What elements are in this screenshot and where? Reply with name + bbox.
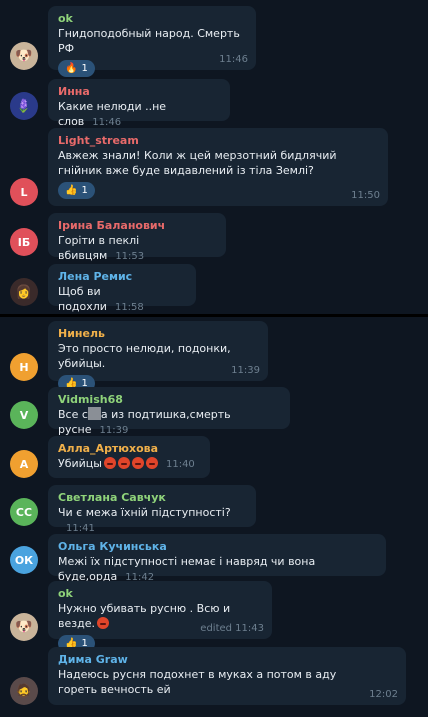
message-bubble[interactable]: Ольга Кучинська Межі їх підступності нем… (48, 534, 386, 583)
avatar[interactable]: 🪻 (10, 92, 38, 120)
sender-name[interactable]: Алла_Артюхова (58, 442, 200, 456)
avatar[interactable]: ІБ (10, 228, 38, 256)
reaction-count: 1 (81, 185, 88, 196)
avatar[interactable]: L (10, 178, 38, 206)
chat-panel-bottom: Нинель Это просто нелюди, подонки, убийц… (0, 317, 428, 717)
avatar[interactable]: V (10, 401, 38, 429)
message-bubble[interactable]: ok Гнидоподобный народ. Смерть РФ 🔥 1 11:… (48, 6, 256, 77)
message-time: 11:46 (219, 54, 248, 65)
person-photo-icon: 👩 (15, 284, 33, 300)
message-text: Чи є межа їхній підступності?11:41 (58, 506, 231, 534)
message-text: Какие нелюди ..не слов 11:46 (58, 100, 167, 128)
avatar[interactable]: СС (10, 498, 38, 526)
message-bubble[interactable]: Vidmish68 Все са из подтишка,смерть русн… (48, 387, 290, 436)
avatar[interactable]: 🐶 (10, 613, 38, 641)
message-bubble[interactable]: Ірина Баланович Горіти в пеклі вбивцям 11… (48, 213, 226, 262)
sender-name[interactable]: Нинель (58, 327, 258, 341)
message-time: 11:41 (66, 523, 95, 534)
dog-photo-icon: 🐶 (15, 48, 33, 64)
message-time: edited 11:43 (200, 623, 264, 634)
person-photo-icon: 🧔 (15, 683, 33, 699)
message-bubble[interactable]: Алла_Артюхова Убийцы 11:40 (48, 436, 210, 478)
sender-name[interactable]: ok (58, 12, 246, 26)
avatar[interactable]: А (10, 450, 38, 478)
angry-face-icon (145, 457, 158, 469)
angry-face-icon (96, 617, 109, 629)
avatar[interactable]: 👩 (10, 278, 38, 306)
avatar[interactable]: 🧔 (10, 677, 38, 705)
message-text: Горіти в пеклі вбивцям 11:53 (58, 234, 145, 262)
message-text: Все са из подтишка,смерть русне 11:39 (58, 407, 231, 436)
sender-name[interactable]: Светлана Савчук (58, 491, 246, 505)
reaction-chip[interactable]: 🔥 1 (58, 60, 95, 77)
message-text: Это просто нелюди, подонки, убийцы. (58, 342, 231, 370)
sender-name[interactable]: Лена Ремис (58, 270, 186, 284)
message-bubble[interactable]: ok Нужно убивать русню . Всю и везде. 👍 1… (48, 581, 272, 652)
message-time: 12:02 (369, 689, 398, 700)
angry-face-icon (117, 457, 130, 469)
message-bubble[interactable]: Инна Какие нелюди ..не слов 11:46 (48, 79, 230, 128)
message-time: 11:39 (99, 425, 129, 436)
sender-name[interactable]: Дима Graw (58, 653, 396, 667)
reaction-chip[interactable]: 👍 1 (58, 182, 95, 199)
redacted-sticker (87, 407, 101, 420)
avatar[interactable]: Н (10, 353, 38, 381)
sender-name[interactable]: Ірина Баланович (58, 219, 216, 233)
message-time: 11:39 (231, 365, 260, 376)
message-text: Надеюсь русня подохнет в муках а потом в… (58, 668, 337, 696)
avatar[interactable]: 🐶 (10, 42, 38, 70)
message-bubble[interactable]: Нинель Это просто нелюди, подонки, убийц… (48, 321, 268, 392)
sender-name[interactable]: Vidmish68 (58, 393, 280, 407)
message-time: 11:46 (92, 117, 122, 128)
message-text: Щоб ви подохли 11:58 (58, 285, 144, 313)
dog-photo-icon: 🐶 (15, 619, 33, 635)
avatar[interactable]: ОК (10, 546, 38, 574)
flower-photo-icon: 🪻 (15, 98, 33, 114)
message-bubble[interactable]: Light_stream Авжеж знали! Коли ж цей мер… (48, 128, 388, 206)
message-text: Убийцы 11:40 (58, 457, 195, 470)
sender-name[interactable]: ok (58, 587, 262, 601)
message-text: Гнидоподобный народ. Смерть РФ (58, 27, 240, 55)
message-time: 11:50 (351, 190, 380, 201)
thumbs-up-icon: 👍 (65, 185, 78, 196)
message-time: 11:40 (165, 459, 195, 470)
message-text: Авжеж знали! Коли ж цей мерзотний бидляч… (58, 149, 337, 177)
message-time: 11:53 (115, 251, 145, 262)
chat-panel-top: ok Гнидоподобный народ. Смерть РФ 🔥 1 11:… (0, 0, 428, 314)
message-bubble[interactable]: Лена Ремис Щоб ви подохли 11:58 (48, 264, 196, 313)
sender-name[interactable]: Ольга Кучинська (58, 540, 376, 554)
message-bubble[interactable]: Светлана Савчук Чи є межа їхній підступн… (48, 485, 256, 534)
sender-name[interactable]: Инна (58, 85, 220, 99)
angry-face-icon (103, 457, 116, 469)
fire-icon: 🔥 (65, 63, 78, 74)
message-bubble[interactable]: Дима Graw Надеюсь русня подохнет в муках… (48, 647, 406, 705)
sender-name[interactable]: Light_stream (58, 134, 378, 148)
reaction-count: 1 (81, 63, 88, 74)
angry-face-icon (131, 457, 144, 469)
message-time: 11:58 (114, 302, 144, 313)
